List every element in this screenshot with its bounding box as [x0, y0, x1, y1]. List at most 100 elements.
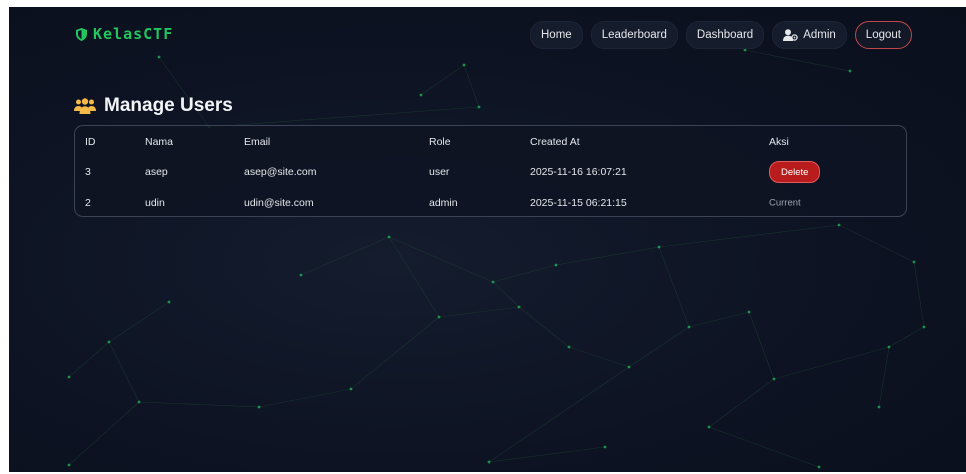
network-line — [108, 301, 170, 343]
nav-home-label: Home — [541, 29, 572, 41]
network-line — [420, 64, 465, 96]
network-line — [878, 346, 890, 408]
shield-icon — [76, 27, 87, 41]
network-node — [887, 345, 891, 349]
network-node — [462, 63, 466, 67]
network-node — [912, 260, 916, 264]
cell-email: udin@site.com — [244, 197, 314, 209]
network-node — [137, 400, 141, 404]
network-node — [627, 365, 631, 369]
delete-button[interactable]: Delete — [769, 161, 821, 183]
current-user-label: Current — [769, 197, 801, 209]
network-node — [877, 405, 881, 409]
network-node — [567, 345, 571, 349]
network-node — [107, 340, 111, 344]
network-line — [300, 236, 390, 276]
network-node — [743, 48, 747, 52]
nav-leaderboard[interactable]: Leaderboard — [590, 21, 678, 49]
top-nav: Home Leaderboard Dashboard Admin Logout — [530, 21, 912, 49]
network-line — [388, 236, 494, 283]
network-line — [208, 106, 480, 128]
network-node — [491, 280, 495, 284]
page-title-text: Manage Users — [104, 95, 233, 116]
network-node — [157, 55, 161, 59]
network-node — [837, 223, 841, 227]
network-node — [67, 375, 71, 379]
network-line — [568, 346, 630, 368]
network-line — [492, 281, 520, 308]
nav-home[interactable]: Home — [530, 21, 583, 49]
app-window: KelasCTF Home Leaderboard Dashboard Admi… — [9, 7, 966, 472]
cell-role: user — [429, 166, 450, 178]
nav-admin-label: Admin — [803, 29, 836, 41]
network-line — [108, 341, 140, 403]
network-node — [848, 69, 852, 73]
network-line — [658, 246, 690, 328]
network-background — [67, 48, 926, 469]
network-line — [350, 316, 440, 390]
logout-label: Logout — [865, 29, 901, 41]
network-node — [437, 315, 441, 319]
network-node — [687, 325, 691, 329]
user-cog-icon — [783, 29, 798, 41]
nav-admin[interactable]: Admin — [772, 21, 847, 49]
network-line — [463, 64, 480, 108]
header-email: Email — [244, 136, 271, 148]
cell-created-at: 2025-11-16 16:07:21 — [530, 166, 627, 178]
network-line — [628, 326, 690, 368]
cell-nama: asep — [145, 166, 168, 178]
header-nama: Nama — [145, 136, 174, 148]
cell-nama: udin — [145, 197, 165, 209]
network-line — [688, 311, 750, 328]
nav-dashboard-label: Dashboard — [696, 29, 754, 41]
network-line — [773, 346, 890, 380]
nav-dashboard[interactable]: Dashboard — [685, 21, 765, 49]
network-line — [138, 401, 260, 408]
cell-created-at: 2025-11-15 06:21:15 — [530, 197, 627, 209]
logout-button[interactable]: Logout — [854, 21, 912, 49]
network-node — [603, 445, 607, 449]
header-id: ID — [85, 136, 96, 148]
network-line — [708, 378, 775, 428]
network-line — [744, 49, 851, 72]
table-header: ID Nama Email Role Created At Aksi — [75, 127, 906, 157]
network-line — [438, 306, 520, 318]
page-title: Manage Users — [74, 95, 233, 117]
network-node — [167, 300, 171, 304]
network-line — [555, 246, 660, 266]
network-line — [258, 388, 352, 408]
network-node — [67, 463, 71, 467]
network-node — [517, 305, 521, 309]
network-node — [554, 263, 558, 267]
network-line — [488, 366, 630, 463]
cell-id: 3 — [85, 166, 91, 178]
network-node — [477, 105, 481, 109]
network-node — [707, 425, 711, 429]
network-line — [518, 306, 570, 348]
network-line — [68, 341, 110, 378]
network-node — [747, 310, 751, 314]
header-role: Role — [429, 136, 451, 148]
table-row: 2 udin udin@site.com admin 2025-11-15 06… — [75, 188, 906, 218]
nav-leaderboard-label: Leaderboard — [601, 29, 667, 41]
network-node — [817, 465, 821, 469]
network-node — [419, 93, 423, 97]
network-node — [487, 460, 491, 464]
brand-name: KelasCTF — [93, 25, 174, 43]
network-line — [488, 446, 606, 463]
cell-email: asep@site.com — [244, 166, 317, 178]
network-line — [492, 264, 557, 283]
network-node — [299, 273, 303, 277]
cell-id: 2 — [85, 197, 91, 209]
network-line — [388, 236, 440, 318]
network-node — [657, 245, 661, 249]
brand-logo[interactable]: KelasCTF — [76, 25, 173, 43]
users-icon — [74, 98, 96, 114]
network-line — [708, 426, 820, 468]
network-line — [748, 311, 775, 380]
header-aksi: Aksi — [769, 136, 789, 148]
network-line — [68, 401, 140, 466]
network-node — [257, 405, 261, 409]
header-created-at: Created At — [530, 136, 580, 148]
network-line — [913, 261, 925, 328]
